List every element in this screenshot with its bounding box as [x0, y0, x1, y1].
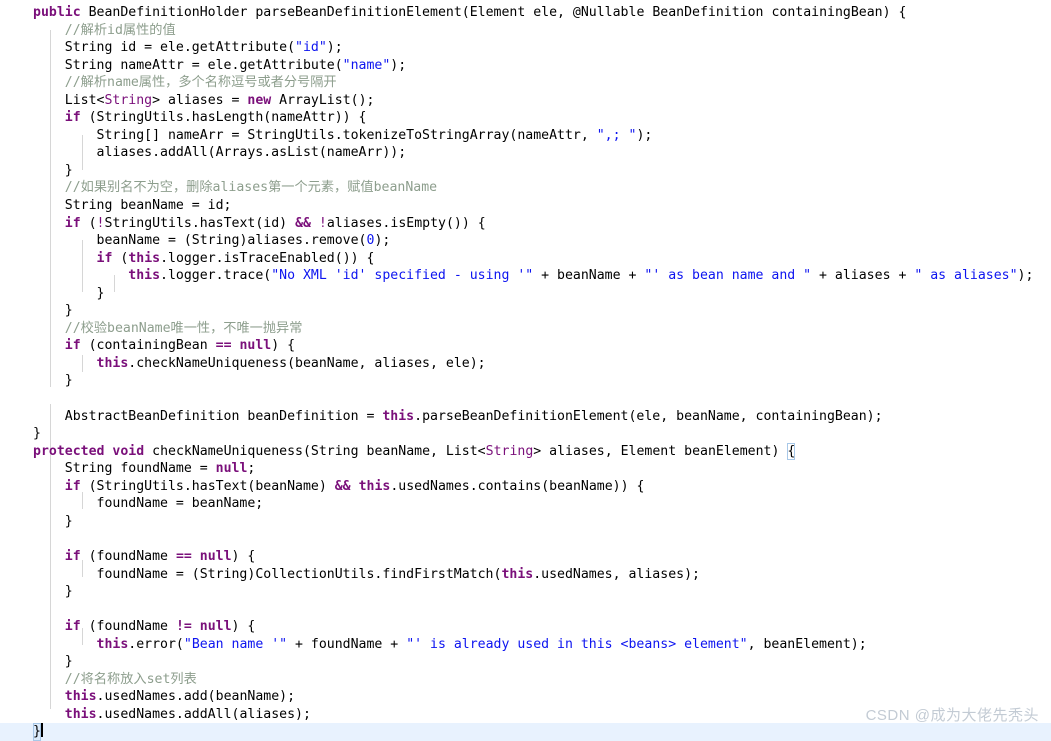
code-line[interactable]: String[] nameArr = StringUtils.tokenizeT… [0, 127, 1051, 145]
code-line[interactable]: String foundName = null; [0, 460, 1051, 478]
code-line[interactable]: } [0, 425, 1051, 443]
bracket-match-highlight: } [33, 723, 41, 741]
code-line[interactable]: //解析id属性的值 [0, 22, 1051, 40]
code-line[interactable] [0, 390, 1051, 408]
code-lines[interactable]: public BeanDefinitionHolder parseBeanDef… [0, 4, 1051, 741]
code-line[interactable]: //解析name属性，多个名称逗号或者分号隔开 [0, 74, 1051, 92]
code-line[interactable]: if (foundName == null) { [0, 548, 1051, 566]
code-line[interactable]: aliases.addAll(Arrays.asList(nameArr)); [0, 144, 1051, 162]
code-line[interactable]: this.checkNameUniqueness(beanName, alias… [0, 355, 1051, 373]
code-line[interactable]: if (!StringUtils.hasText(id) && !aliases… [0, 215, 1051, 233]
code-line[interactable]: this.error("Bean name '" + foundName + "… [0, 636, 1051, 654]
code-line[interactable]: beanName = (String)aliases.remove(0); [0, 232, 1051, 250]
code-line[interactable]: List<String> aliases = new ArrayList(); [0, 92, 1051, 110]
code-line[interactable]: AbstractBeanDefinition beanDefinition = … [0, 408, 1051, 426]
code-line[interactable] [0, 601, 1051, 619]
text-caret [40, 723, 43, 738]
code-line[interactable]: } [0, 372, 1051, 390]
code-line[interactable]: } [0, 583, 1051, 601]
code-line[interactable]: String nameAttr = ele.getAttribute("name… [0, 57, 1051, 75]
code-line[interactable]: if (StringUtils.hasLength(nameAttr)) { [0, 109, 1051, 127]
code-line[interactable]: String id = ele.getAttribute("id"); [0, 39, 1051, 57]
bracket-match-highlight: { [787, 442, 796, 461]
code-line[interactable]: protected void checkNameUniqueness(Strin… [0, 442, 1051, 461]
code-line[interactable]: if (StringUtils.hasText(beanName) && thi… [0, 478, 1051, 496]
code-line[interactable]: //将名称放入set列表 [0, 671, 1051, 689]
code-line[interactable]: String beanName = id; [0, 197, 1051, 215]
code-line[interactable]: foundName = (String)CollectionUtils.find… [0, 566, 1051, 584]
csdn-watermark: CSDN @成为大佬先秃头 [865, 707, 1039, 724]
code-line[interactable]: foundName = beanName; [0, 495, 1051, 513]
code-line[interactable]: } [0, 285, 1051, 303]
code-editor-pane[interactable]: public BeanDefinitionHolder parseBeanDef… [0, 0, 1051, 741]
code-line[interactable]: //如果别名不为空，删除aliases第一个元素，赋值beanName [0, 179, 1051, 197]
code-line[interactable]: this.logger.trace("No XML 'id' specified… [0, 267, 1051, 285]
code-line[interactable]: public BeanDefinitionHolder parseBeanDef… [0, 4, 1051, 22]
code-line[interactable]: } [0, 302, 1051, 320]
code-line[interactable]: if (foundName != null) { [0, 618, 1051, 636]
code-line[interactable]: if (containingBean == null) { [0, 337, 1051, 355]
code-line[interactable]: //校验beanName唯一性，不唯一抛异常 [0, 320, 1051, 338]
code-line[interactable]: } [0, 162, 1051, 180]
code-line[interactable] [0, 530, 1051, 548]
code-line[interactable]: } [0, 653, 1051, 671]
code-line[interactable]: if (this.logger.isTraceEnabled()) { [0, 250, 1051, 268]
code-line-current[interactable]: } [0, 723, 1051, 741]
code-line[interactable]: } [0, 513, 1051, 531]
